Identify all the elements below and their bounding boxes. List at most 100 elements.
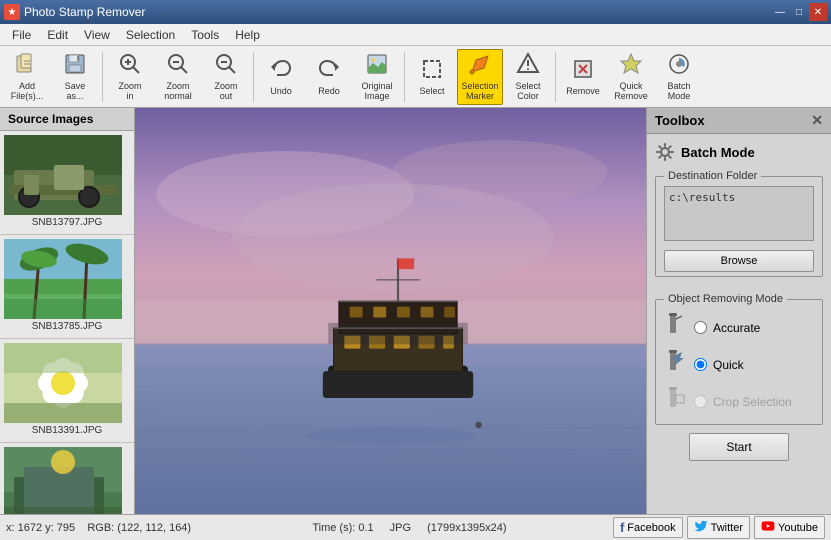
youtube-label: Youtube	[778, 522, 818, 534]
zoom-out-icon: -	[214, 52, 238, 80]
redo-icon	[317, 57, 341, 85]
source-panel-header: Source Images	[0, 108, 134, 131]
source-item-name-2: SNB13785.JPG	[4, 319, 130, 334]
accurate-row: Accurate	[664, 309, 814, 346]
quick-row: Quick	[664, 346, 814, 383]
quick-radio[interactable]	[694, 358, 707, 371]
undo-label: Undo	[270, 87, 292, 97]
source-item-3[interactable]: SNB13391.JPG	[0, 339, 134, 443]
youtube-icon	[761, 519, 775, 536]
facebook-label: Facebook	[627, 522, 675, 534]
source-thumb-3	[4, 343, 122, 423]
menu-view[interactable]: View	[76, 26, 118, 44]
menu-file[interactable]: File	[4, 26, 39, 44]
status-bar: x: 1672 y: 795 RGB: (122, 112, 164) Time…	[0, 514, 831, 540]
facebook-button[interactable]: f Facebook	[613, 517, 683, 538]
save-icon	[63, 52, 87, 80]
zoom-normal-icon	[166, 52, 190, 80]
menu-help[interactable]: Help	[227, 26, 268, 44]
quick-remove-icon	[619, 52, 643, 80]
source-item-name-1: SNB13797.JPG	[4, 215, 130, 230]
svg-text:-: -	[222, 57, 225, 68]
app-icon: ★	[4, 4, 20, 20]
separator-1	[102, 52, 103, 102]
original-image-button[interactable]: OriginalImage	[354, 49, 400, 105]
source-item-1[interactable]: SNB13797.JPG	[0, 131, 134, 235]
batch-mode-icon	[667, 52, 691, 80]
menu-edit[interactable]: Edit	[39, 26, 76, 44]
source-item-4[interactable]: sNB12579.JPG	[0, 443, 134, 514]
maximize-button[interactable]: □	[790, 3, 808, 21]
crop-selection-radio	[694, 395, 707, 408]
select-color-button[interactable]: SelectColor	[505, 49, 551, 105]
toolbox-header: Toolbox ✕	[647, 108, 831, 134]
dimensions-text: (1799x1395x24)	[427, 522, 507, 534]
main-image	[135, 108, 646, 514]
accurate-label: Accurate	[713, 321, 760, 335]
remove-icon	[571, 57, 595, 85]
save-as-label: Saveas...	[65, 82, 86, 102]
separator-4	[555, 52, 556, 102]
batch-mode-section: Batch Mode Destination Folder Browse	[647, 134, 831, 293]
select-color-icon	[516, 52, 540, 80]
source-thumb-4	[4, 447, 122, 514]
quick-mode-icon	[664, 350, 688, 379]
quick-label: Quick	[713, 358, 744, 372]
window-controls: — □ ✕	[771, 3, 827, 21]
youtube-button[interactable]: Youtube	[754, 516, 825, 539]
zoom-out-button[interactable]: - Zoomout	[203, 49, 249, 105]
save-as-button[interactable]: Saveas...	[52, 49, 98, 105]
twitter-button[interactable]: Twitter	[687, 516, 750, 539]
selection-marker-button[interactable]: SelectionMarker	[457, 49, 503, 105]
add-files-icon	[15, 52, 39, 80]
crop-mode-icon	[664, 387, 688, 416]
image-area[interactable]	[135, 108, 646, 514]
remove-button[interactable]: Remove	[560, 49, 606, 105]
undo-button[interactable]: Undo	[258, 49, 304, 105]
start-button[interactable]: Start	[689, 433, 789, 461]
accurate-mode-icon	[664, 313, 688, 342]
main-content: Source Images SNB13797.JPG	[0, 108, 831, 514]
separator-3	[404, 52, 405, 102]
source-panel: Source Images SNB13797.JPG	[0, 108, 135, 514]
redo-button[interactable]: Redo	[306, 49, 352, 105]
batch-mode-button[interactable]: BatchMode	[656, 49, 702, 105]
window-title: Photo Stamp Remover	[24, 5, 145, 19]
add-files-label: AddFile(s)...	[11, 82, 44, 102]
object-removing-mode-legend: Object Removing Mode	[664, 293, 787, 305]
original-image-label: OriginalImage	[361, 82, 392, 102]
rgb-text: RGB: (122, 112, 164)	[87, 522, 191, 534]
close-button[interactable]: ✕	[809, 3, 827, 21]
status-coords: x: 1672 y: 795 RGB: (122, 112, 164)	[6, 522, 206, 534]
select-color-label: SelectColor	[515, 82, 540, 102]
destination-folder-input[interactable]	[664, 186, 814, 241]
select-icon	[420, 57, 444, 85]
toolbox-close-button[interactable]: ✕	[811, 112, 823, 129]
remove-label: Remove	[566, 87, 600, 97]
accurate-radio[interactable]	[694, 321, 707, 334]
quick-remove-button[interactable]: QuickRemove	[608, 49, 654, 105]
selection-marker-label: SelectionMarker	[461, 82, 498, 102]
status-center: Time (s): 0.1 JPG (1799x1395x24)	[206, 522, 613, 534]
toolbox-title: Toolbox	[655, 113, 705, 128]
selection-marker-icon	[468, 52, 492, 80]
browse-button[interactable]: Browse	[664, 250, 814, 272]
select-label: Select	[419, 87, 444, 97]
facebook-icon: f	[620, 520, 624, 535]
twitter-label: Twitter	[711, 522, 743, 534]
menu-selection[interactable]: Selection	[118, 26, 183, 44]
batch-mode-header: Batch Mode	[655, 142, 823, 162]
add-files-button[interactable]: AddFile(s)...	[4, 49, 50, 105]
source-item-2[interactable]: SNB13785.JPG	[0, 235, 134, 339]
zoom-normal-button[interactable]: Zoomnormal	[155, 49, 201, 105]
toolbar: AddFile(s)... Saveas... Zoomin	[0, 46, 831, 108]
destination-folder-group: Destination Folder Browse	[655, 170, 823, 277]
separator-2	[253, 52, 254, 102]
source-panel-list[interactable]: SNB13797.JPG SNB13785.JPG	[0, 131, 134, 514]
format-text: JPG	[390, 522, 411, 534]
menu-tools[interactable]: Tools	[183, 26, 227, 44]
select-button[interactable]: Select	[409, 49, 455, 105]
minimize-button[interactable]: —	[771, 3, 789, 21]
zoom-in-icon	[118, 52, 142, 80]
zoom-in-button[interactable]: Zoomin	[107, 49, 153, 105]
